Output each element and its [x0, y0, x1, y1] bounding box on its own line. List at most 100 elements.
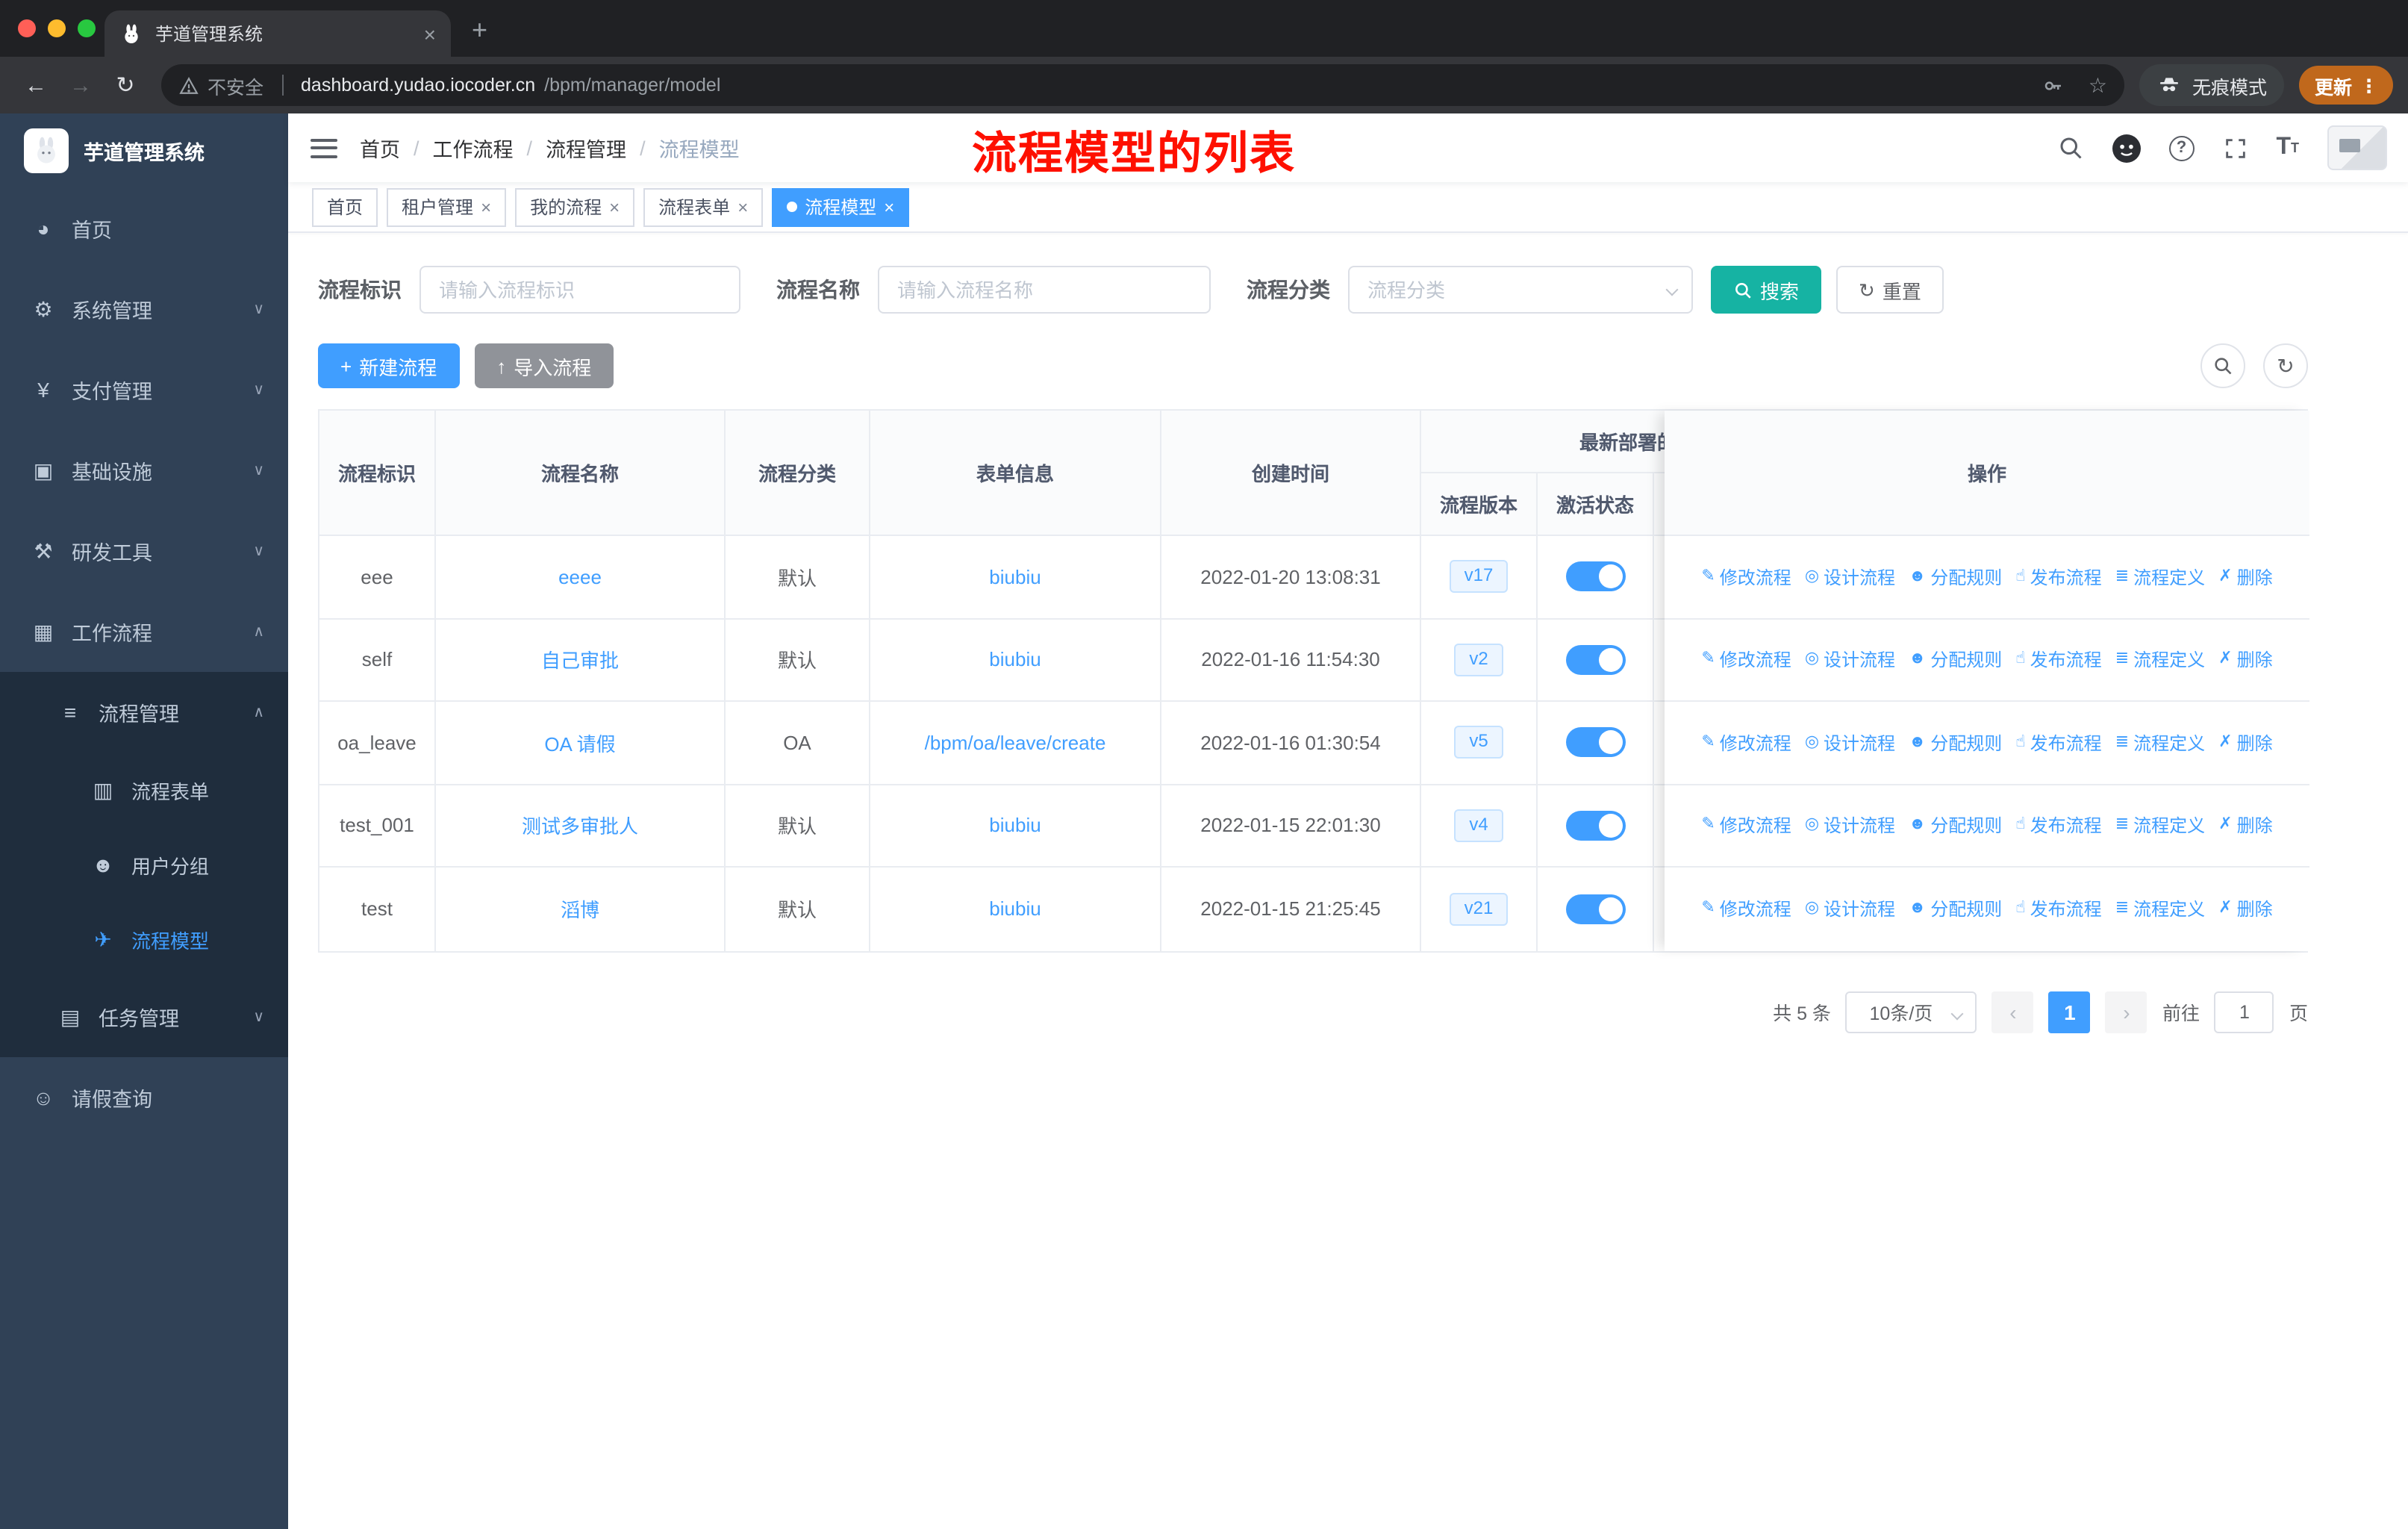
- action-modify-link[interactable]: ✎ 修改流程: [1701, 564, 1791, 590]
- process-name-link[interactable]: eeee: [558, 566, 602, 588]
- process-name-link[interactable]: 滔博: [561, 895, 599, 924]
- sidebar-item-process-model[interactable]: ✈ 流程模型: [0, 902, 288, 977]
- tab-tag-home[interactable]: 首页: [312, 187, 378, 226]
- user-avatar[interactable]: [2327, 125, 2387, 170]
- action-design-link[interactable]: ◎ 设计流程: [1805, 647, 1895, 673]
- bookmark-star-icon[interactable]: ☆: [2089, 72, 2107, 98]
- reset-button[interactable]: ↻ 重置: [1836, 266, 1944, 314]
- action-publish-link[interactable]: ☝ 发布流程: [2015, 647, 2101, 673]
- action-assign-link[interactable]: ☻ 分配规则: [1909, 564, 2002, 590]
- address-bar[interactable]: 不安全 dashboard.yudao.iocoder.cn /bpm/mana…: [161, 64, 2125, 106]
- new-tab-button[interactable]: +: [472, 15, 487, 46]
- close-icon[interactable]: ×: [737, 196, 748, 217]
- sidebar-item-infrastructure[interactable]: ▣ 基础设施 ∨: [0, 430, 288, 511]
- sidebar-collapse-icon[interactable]: [311, 138, 337, 158]
- goto-page-input[interactable]: [2214, 991, 2274, 1033]
- action-design-link[interactable]: ◎ 设计流程: [1805, 564, 1895, 590]
- action-definition-link[interactable]: ≣ 流程定义: [2115, 730, 2205, 756]
- action-modify-link[interactable]: ✎ 修改流程: [1701, 897, 1791, 922]
- form-info-link[interactable]: biubiu: [989, 815, 1041, 837]
- back-button[interactable]: ←: [15, 64, 57, 106]
- form-info-link[interactable]: biubiu: [989, 649, 1041, 671]
- form-info-link[interactable]: biubiu: [989, 566, 1041, 588]
- sidebar-item-home[interactable]: ◕ 首页: [0, 188, 288, 269]
- action-design-link[interactable]: ◎ 设计流程: [1805, 730, 1895, 756]
- close-icon[interactable]: ×: [884, 196, 894, 217]
- github-icon[interactable]: [2112, 134, 2141, 162]
- toggle-search-icon[interactable]: [2200, 343, 2245, 388]
- next-page-button[interactable]: ›: [2105, 991, 2147, 1033]
- action-delete-link[interactable]: ✗ 删除: [2218, 564, 2272, 590]
- menu-dots-icon[interactable]: ⋮: [2359, 74, 2378, 96]
- process-name-link[interactable]: 自己审批: [541, 646, 619, 674]
- prev-page-button[interactable]: ‹: [1991, 991, 2034, 1033]
- action-design-link[interactable]: ◎ 设计流程: [1805, 897, 1895, 922]
- search-button[interactable]: 搜索: [1711, 266, 1822, 314]
- process-name-input[interactable]: [878, 266, 1211, 314]
- active-toggle[interactable]: [1565, 810, 1625, 841]
- active-toggle[interactable]: [1565, 644, 1625, 675]
- process-name-link[interactable]: OA 请假: [544, 729, 615, 757]
- action-publish-link[interactable]: ☝ 发布流程: [2015, 897, 2101, 922]
- action-design-link[interactable]: ◎ 设计流程: [1805, 813, 1895, 838]
- window-zoom-button[interactable]: [78, 19, 96, 37]
- help-icon[interactable]: [2168, 135, 2195, 161]
- action-publish-link[interactable]: ☝ 发布流程: [2015, 730, 2101, 756]
- action-publish-link[interactable]: ☝ 发布流程: [2015, 813, 2101, 838]
- sidebar-item-devtools[interactable]: ⚒ 研发工具 ∨: [0, 511, 288, 591]
- key-icon[interactable]: [2042, 74, 2065, 96]
- action-publish-link[interactable]: ☝ 发布流程: [2015, 564, 2101, 590]
- reload-button[interactable]: ↻: [105, 64, 146, 106]
- tab-tag-tenant[interactable]: 租户管理 ×: [387, 187, 507, 226]
- sidebar-item-system[interactable]: ⚙ 系统管理 ∨: [0, 269, 288, 349]
- sidebar-item-task-management[interactable]: ▤ 任务管理 ∨: [0, 977, 288, 1057]
- create-process-button[interactable]: + 新建流程: [318, 343, 460, 388]
- action-assign-link[interactable]: ☻ 分配规则: [1909, 897, 2002, 922]
- action-delete-link[interactable]: ✗ 删除: [2218, 730, 2272, 756]
- process-key-input[interactable]: [419, 266, 740, 314]
- close-icon[interactable]: ×: [481, 196, 491, 217]
- active-toggle[interactable]: [1565, 894, 1625, 924]
- form-info-link[interactable]: biubiu: [989, 898, 1041, 921]
- sidebar-item-process-management[interactable]: ≡ 流程管理 ∧: [0, 672, 288, 753]
- window-close-button[interactable]: [18, 19, 36, 37]
- action-modify-link[interactable]: ✎ 修改流程: [1701, 813, 1791, 838]
- active-toggle[interactable]: [1565, 727, 1625, 758]
- refresh-table-icon[interactable]: ↻: [2263, 343, 2308, 388]
- action-delete-link[interactable]: ✗ 删除: [2218, 897, 2272, 922]
- close-icon[interactable]: ×: [609, 196, 620, 217]
- browser-tab[interactable]: 芋道管理系统 ×: [105, 10, 451, 57]
- action-delete-link[interactable]: ✗ 删除: [2218, 813, 2272, 838]
- action-modify-link[interactable]: ✎ 修改流程: [1701, 730, 1791, 756]
- tab-tag-process-form[interactable]: 流程表单 ×: [643, 187, 764, 226]
- page-1-button[interactable]: 1: [2048, 991, 2091, 1033]
- sidebar-item-payment[interactable]: ¥ 支付管理 ∨: [0, 349, 288, 430]
- action-definition-link[interactable]: ≣ 流程定义: [2115, 564, 2205, 590]
- action-assign-link[interactable]: ☻ 分配规则: [1909, 647, 2002, 673]
- action-definition-link[interactable]: ≣ 流程定义: [2115, 647, 2205, 673]
- breadcrumb-item[interactable]: 流程管理: [546, 133, 626, 163]
- font-size-icon[interactable]: [2276, 136, 2299, 160]
- sidebar-item-workflow[interactable]: ▦ 工作流程 ∧: [0, 591, 288, 672]
- action-assign-link[interactable]: ☻ 分配规则: [1909, 730, 2002, 756]
- search-icon[interactable]: [2056, 134, 2083, 161]
- action-modify-link[interactable]: ✎ 修改流程: [1701, 647, 1791, 673]
- forward-button[interactable]: →: [60, 64, 102, 106]
- import-process-button[interactable]: ↑ 导入流程: [474, 343, 614, 388]
- window-minimize-button[interactable]: [48, 19, 66, 37]
- breadcrumb-item[interactable]: 首页: [360, 133, 400, 163]
- action-assign-link[interactable]: ☻ 分配规则: [1909, 813, 2002, 838]
- tab-tag-my-process[interactable]: 我的流程 ×: [515, 187, 635, 226]
- sidebar-item-leave-query[interactable]: ☺ 请假查询: [0, 1057, 288, 1138]
- sidebar-item-process-form[interactable]: ▥ 流程表单: [0, 753, 288, 827]
- active-toggle[interactable]: [1565, 561, 1625, 592]
- process-name-link[interactable]: 测试多审批人: [522, 812, 638, 840]
- sidebar-item-user-group[interactable]: ☻ 用户分组: [0, 827, 288, 902]
- tab-tag-process-model[interactable]: 流程模型 ×: [772, 187, 910, 226]
- action-definition-link[interactable]: ≣ 流程定义: [2115, 897, 2205, 922]
- update-button[interactable]: 更新 ⋮: [2299, 66, 2393, 105]
- form-info-link[interactable]: /bpm/oa/leave/create: [925, 732, 1106, 754]
- action-definition-link[interactable]: ≣ 流程定义: [2115, 813, 2205, 838]
- category-select[interactable]: [1348, 266, 1693, 314]
- breadcrumb-item[interactable]: 工作流程: [433, 133, 514, 163]
